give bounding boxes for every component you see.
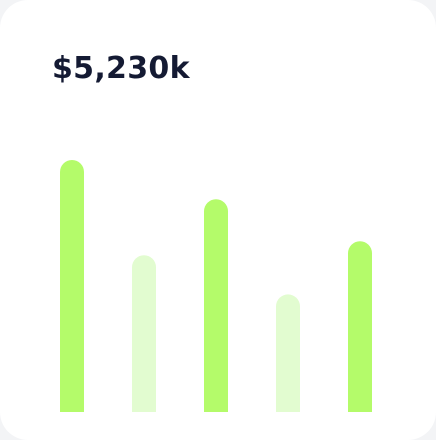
bar-5: [348, 241, 372, 412]
bar-1: [60, 160, 84, 412]
bar-4: [276, 294, 300, 412]
bar-chart: [60, 160, 372, 412]
bar-group: [60, 160, 372, 412]
bar-3: [204, 199, 228, 412]
revenue-card: $5,230k: [0, 0, 436, 440]
bar-2: [132, 255, 156, 412]
